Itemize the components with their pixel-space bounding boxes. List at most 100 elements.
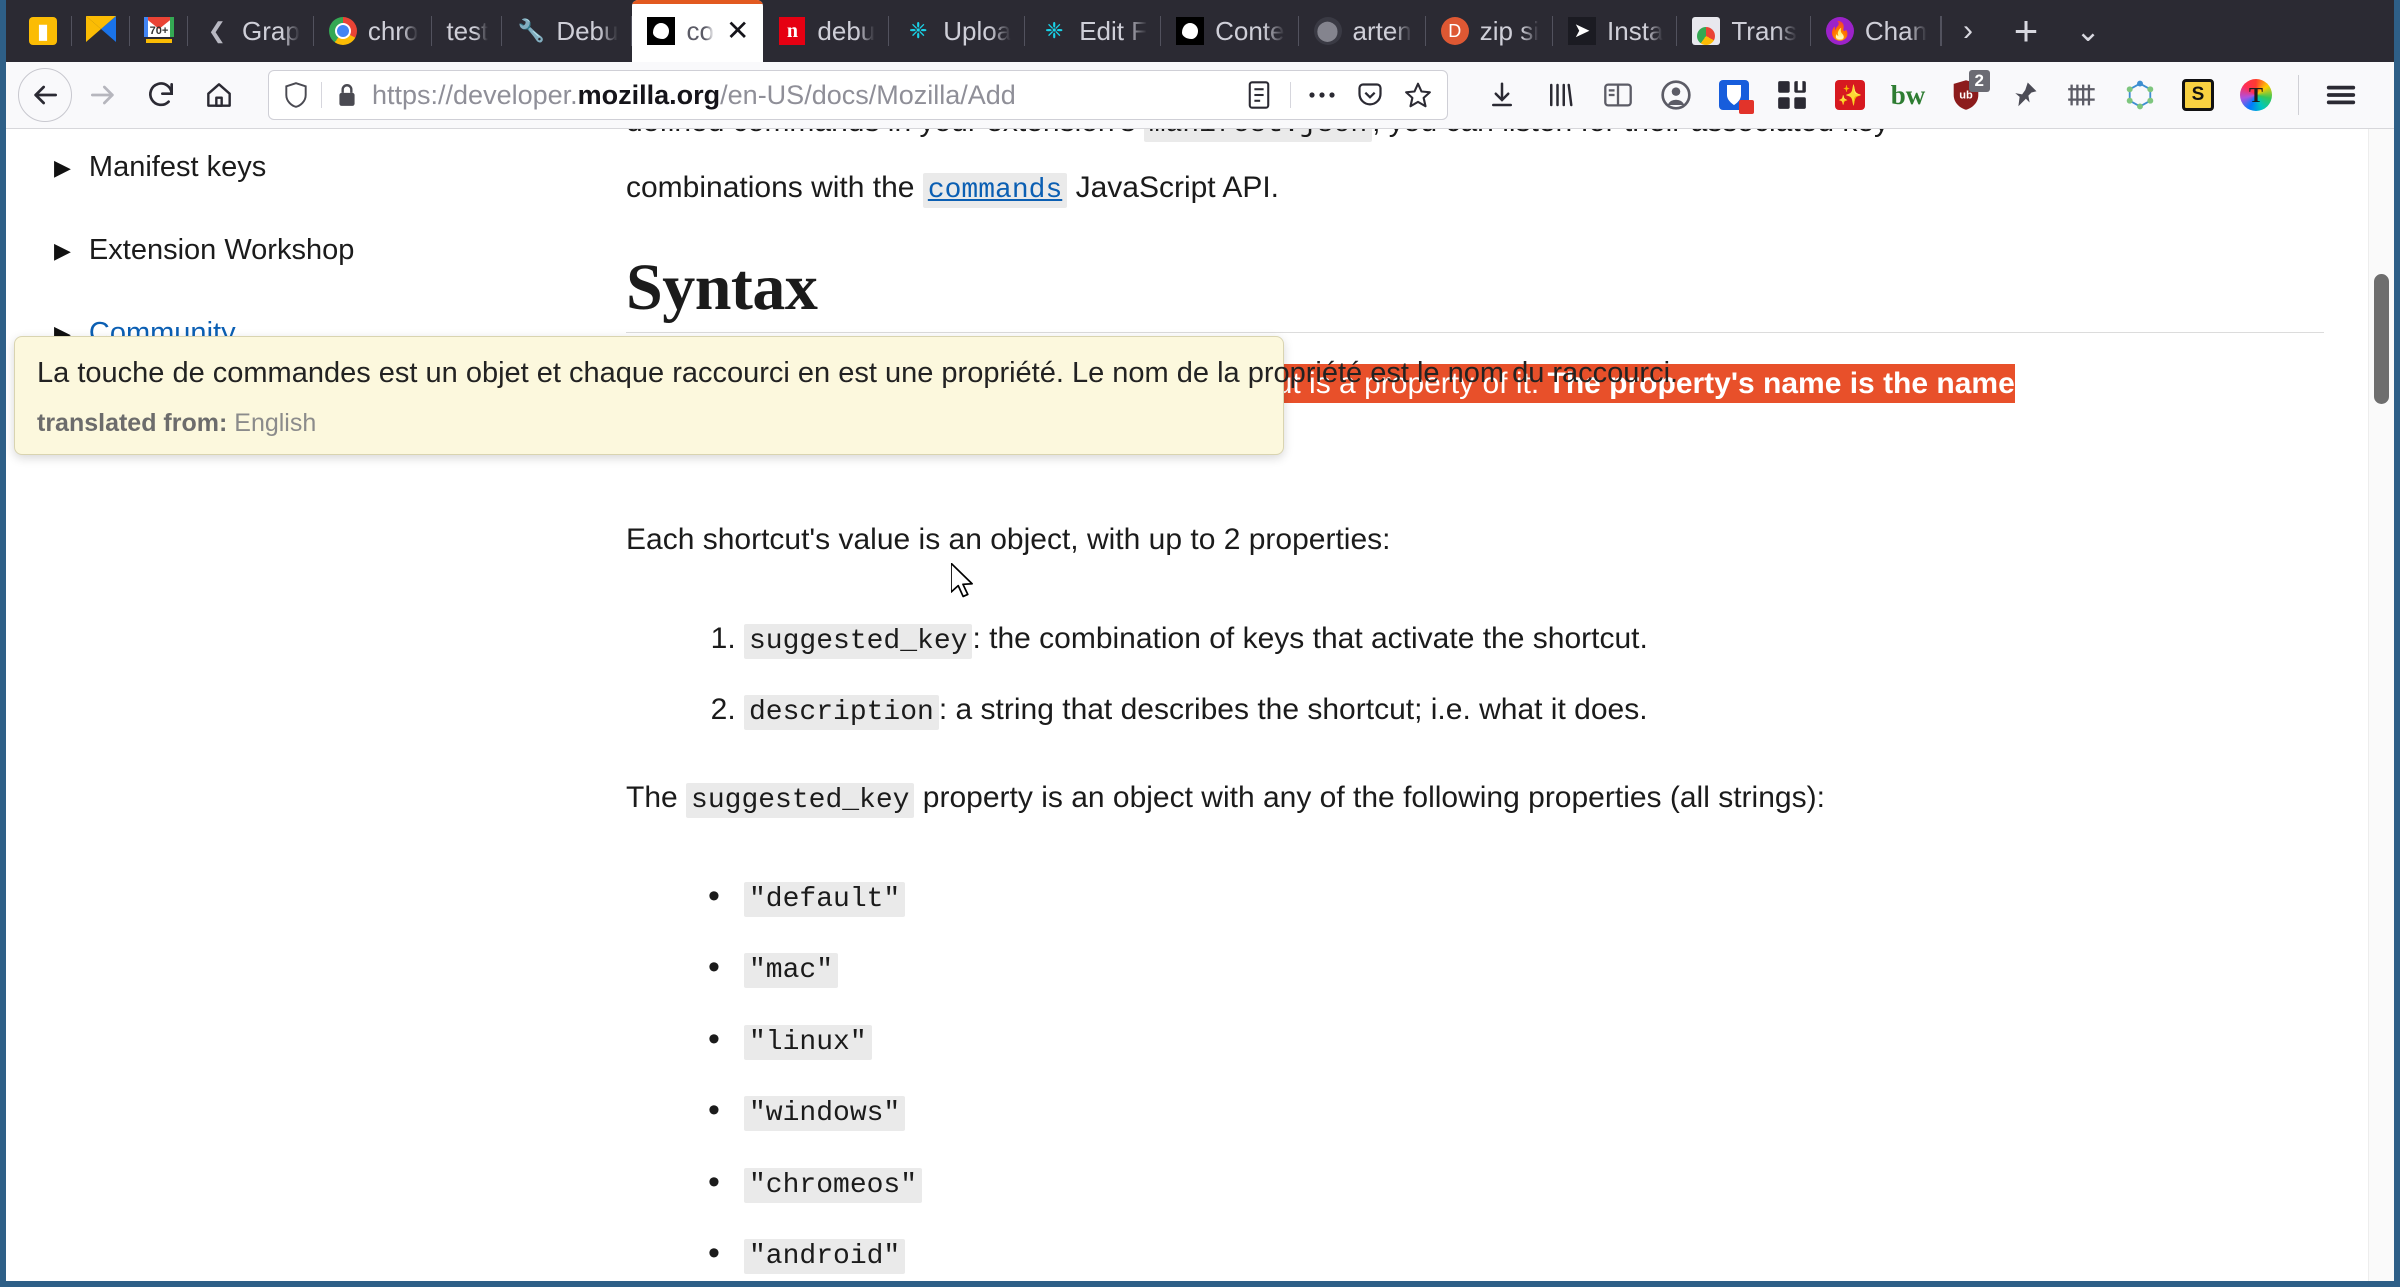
tab-arten[interactable]: ⬤ arten: [1299, 0, 1426, 62]
pocket-icon[interactable]: [1353, 81, 1387, 109]
tab-test[interactable]: test: [432, 0, 503, 62]
tab-zip-si[interactable]: D zip si: [1426, 0, 1554, 62]
reader-view-icon[interactable]: [1242, 80, 1276, 110]
chevron-right-icon[interactable]: ▶: [54, 156, 71, 179]
address-bar[interactable]: https://developer.mozilla.org/en-US/docs…: [268, 70, 1448, 120]
article-content: defined commands in your extension's man…: [626, 129, 2354, 1281]
list-item: "android": [708, 1231, 2324, 1278]
color-picker-icon[interactable]: T: [2230, 69, 2282, 121]
figma-icon: ❈: [1044, 18, 1064, 43]
github-icon: ⬤: [1313, 16, 1343, 46]
page-actions-ellipsis-icon[interactable]: [1305, 89, 1339, 101]
list-item-text: : a string that describes the shortcut; …: [938, 693, 1648, 727]
list-item: suggested_key: the combination of keys t…: [744, 616, 2324, 663]
inline-code-platform: "android": [744, 1238, 906, 1274]
chevron-left-icon: ❮: [207, 18, 227, 43]
pin-extension-icon[interactable]: [1998, 69, 2050, 121]
inline-code-suggested-key: suggested_key: [744, 623, 973, 659]
tab-label: Insta: [1607, 15, 1664, 46]
flame-icon: 🔥: [1825, 16, 1855, 46]
page-scrollbar[interactable]: [2368, 129, 2394, 1281]
urlbar-actions: [1242, 80, 1435, 110]
tab-conte[interactable]: Conte: [1161, 0, 1299, 62]
toolbar-divider: [2298, 75, 2299, 115]
inline-code-platform: "windows": [744, 1096, 906, 1132]
bitwarden-text-icon[interactable]: bw: [1882, 69, 1934, 121]
tab-edit-f[interactable]: ❈ Edit F: [1025, 0, 1162, 62]
scroll-tabs-right-button[interactable]: ›: [1941, 0, 1995, 62]
tab-insta[interactable]: ➤ Insta: [1553, 0, 1678, 62]
tab-debu-n[interactable]: n debu: [763, 0, 890, 62]
library-icon[interactable]: [1534, 69, 1586, 121]
tab-uploa[interactable]: ❈ Uploa: [889, 0, 1026, 62]
padlock-icon[interactable]: [332, 82, 362, 108]
hamburger-menu-icon[interactable]: [2315, 69, 2367, 121]
list-item: "chromeos": [708, 1160, 2324, 1207]
tooltip-source-language: English: [234, 408, 317, 437]
tab-label: Conte: [1215, 15, 1285, 46]
tab-label: Debu: [556, 15, 619, 46]
new-tab-button[interactable]: +: [1995, 0, 2057, 62]
page-heading-syntax: Syntax: [626, 251, 818, 325]
mail-icon: [86, 15, 116, 47]
bookmark-star-icon[interactable]: [1401, 80, 1435, 110]
intro-line2-before: combinations with the: [626, 171, 923, 204]
grid-ruler-icon[interactable]: [2056, 69, 2108, 121]
inline-code-suggested-key-2: suggested_key: [686, 782, 915, 818]
sidebar-item-label: Extension Workshop: [88, 234, 355, 266]
docs-sidebar: ▶ Manifest keys ▶ Extension Workshop ▶ C…: [6, 129, 626, 1281]
tab-debu-wrench[interactable]: 🔧 Debu: [502, 0, 633, 62]
duckduckgo-icon: D: [1440, 16, 1470, 46]
pinned-tab-mail[interactable]: [72, 0, 130, 62]
close-icon[interactable]: ✕: [726, 17, 749, 45]
inline-code-commands-link[interactable]: commands: [922, 173, 1068, 208]
tab-grap[interactable]: ❮ Grap: [188, 0, 314, 62]
tab-label: debu: [817, 15, 876, 46]
tracking-protection-shield-icon[interactable]: [281, 81, 311, 109]
intro-paragraph-line2: combinations with the commands JavaScrip…: [626, 165, 2324, 212]
sidebar-item-label: Manifest keys: [88, 151, 267, 183]
list-item: "windows": [708, 1088, 2324, 1135]
url-domain: mozilla.org: [577, 79, 721, 110]
stylus-icon[interactable]: S: [2172, 69, 2224, 121]
sidebar-toggle-icon[interactable]: [1592, 69, 1644, 121]
tab-strip: ▮ 70+ ❮ Grap chro test 🔧 Debu co ✕ n deb…: [6, 0, 2394, 62]
inline-code-platform: "mac": [744, 953, 839, 989]
tab-chro[interactable]: chro: [314, 0, 433, 62]
list-all-tabs-button[interactable]: ⌄: [2057, 0, 2119, 62]
navigation-toolbar: https://developer.mozilla.org/en-US/docs…: [6, 62, 2394, 129]
scrollbar-thumb[interactable]: [2374, 274, 2389, 404]
sidebar-item-extension-workshop[interactable]: ▶ Extension Workshop: [6, 222, 626, 279]
extension-toolbar: ✨ bw ub 2 S T: [1470, 69, 2367, 121]
url-text[interactable]: https://developer.mozilla.org/en-US/docs…: [372, 80, 1232, 111]
browser-window: ▮ 70+ ❮ Grap chro test 🔧 Debu co ✕ n deb…: [0, 0, 2400, 1287]
sidebar-item-manifest-keys[interactable]: ▶ Manifest keys: [6, 139, 626, 196]
extension-grid-icon[interactable]: [1766, 69, 1818, 121]
tab-trans[interactable]: Trans: [1677, 0, 1811, 62]
chevron-right-icon[interactable]: ▶: [54, 239, 71, 262]
pinned-tab-keep[interactable]: ▮: [14, 0, 72, 62]
list-item: description: a string that describes the…: [744, 687, 2324, 734]
inline-code-platform: "default": [744, 881, 906, 917]
bitwarden-locked-icon[interactable]: [1708, 69, 1760, 121]
downloads-icon[interactable]: [1476, 69, 1528, 121]
keep-icon: ▮: [29, 17, 57, 45]
ublock-origin-icon[interactable]: ub 2: [1940, 69, 1992, 121]
tab-chan[interactable]: 🔥 Chan: [1811, 0, 1942, 62]
pinned-tab-gmail[interactable]: 70+: [130, 0, 188, 62]
account-icon[interactable]: [1650, 69, 1702, 121]
tab-label: arten: [1352, 15, 1412, 46]
graphql-icon[interactable]: [2114, 69, 2166, 121]
reload-button[interactable]: [134, 68, 188, 122]
home-button[interactable]: [192, 68, 246, 122]
list-item: "mac": [708, 945, 2324, 992]
magic-wand-extension-icon[interactable]: ✨: [1824, 69, 1876, 121]
back-button[interactable]: [18, 68, 72, 122]
svg-text:70+: 70+: [150, 25, 169, 37]
url-prefix: https://developer.: [372, 79, 578, 110]
forward-button[interactable]: [76, 68, 130, 122]
list-item-text: : the combination of keys that activate …: [972, 621, 1648, 655]
list-item: "default": [708, 874, 2324, 921]
tab-co-active[interactable]: co ✕: [632, 0, 764, 62]
sugg-before: The: [626, 780, 687, 814]
